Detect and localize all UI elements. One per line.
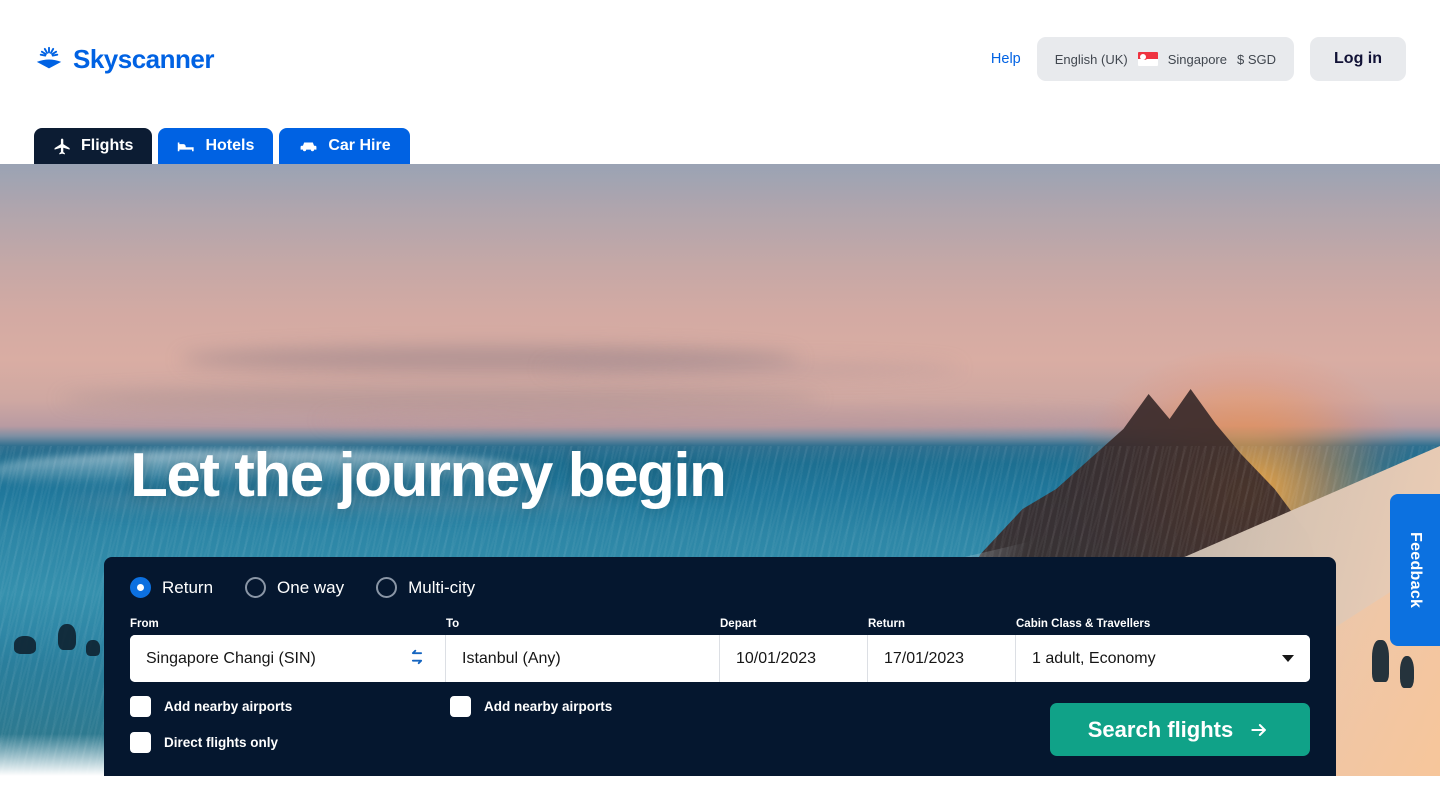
bed-icon — [178, 142, 195, 151]
search-flights-label: Search flights — [1087, 716, 1234, 742]
country-value: Singapore — [1167, 51, 1227, 67]
swimmer-silhouette — [86, 640, 100, 656]
trip-type-group: Return One way Multi-city — [130, 577, 1310, 598]
hero-headline: Let the journey begin — [130, 441, 727, 510]
label-from: From — [130, 618, 159, 630]
arrow-right-icon — [1251, 723, 1267, 736]
tab-car-hire-label: Car Hire — [328, 137, 391, 154]
checkbox-direct-flights-only[interactable]: Direct flights only — [130, 732, 292, 753]
return-date-value: 17/01/2023 — [884, 649, 965, 667]
skyscanner-sunburst-logo-icon — [36, 46, 62, 69]
radio-one-way-icon[interactable] — [245, 577, 267, 598]
swimmer-silhouette — [14, 636, 36, 654]
header-top-bar: Skyscanner Help English (UK) Singapore $… — [0, 0, 1440, 118]
checkbox-nearby-airports-to[interactable]: Add nearby airports — [450, 696, 612, 717]
trip-type-return-label: Return — [162, 577, 214, 597]
car-icon — [300, 142, 317, 151]
trip-type-one-way[interactable]: One way — [245, 577, 344, 598]
trip-type-multi-city-label: Multi-city — [408, 577, 476, 597]
label-return: Return — [868, 618, 906, 630]
trip-type-multi-city[interactable]: Multi-city — [376, 577, 475, 598]
trip-type-one-way-label: One way — [277, 577, 345, 597]
beachgoer-silhouette — [1400, 656, 1414, 688]
singapore-flag-icon — [1137, 52, 1158, 66]
field-label-row: From To Depart Return Cabin Class & Trav… — [130, 618, 1310, 630]
hero-section: Let the journey begin Return One way Mul… — [0, 164, 1440, 776]
feedback-tab-label: Feedback — [1407, 531, 1424, 609]
swimmer-silhouette — [58, 624, 76, 650]
tab-flights[interactable]: Flights — [34, 128, 153, 164]
trip-type-return[interactable]: Return — [130, 577, 213, 598]
cloud-streak — [60, 388, 820, 410]
flight-search-panel: Return One way Multi-city From To Depart… — [104, 557, 1336, 776]
radio-return-icon[interactable] — [130, 577, 151, 598]
checkbox-direct-only-label: Direct flights only — [164, 735, 279, 750]
cabin-travellers-value: 1 adult, Economy — [1032, 649, 1156, 667]
destination-options: Add nearby airports — [450, 696, 612, 732]
primary-nav-tabs: Flights Hotels Car Hire — [0, 128, 410, 164]
search-options-row: Add nearby airports Direct flights only … — [130, 696, 1310, 770]
cloud-streak — [540, 360, 960, 376]
cloud-streak — [320, 410, 1120, 430]
language-value: English (UK) — [1054, 51, 1128, 67]
site-header: Skyscanner Help English (UK) Singapore $… — [0, 0, 1440, 164]
origin-value: Singapore Changi (SIN) — [146, 649, 316, 667]
brand-name: Skyscanner — [73, 43, 214, 74]
destination-field[interactable]: Istanbul (Any) — [446, 635, 720, 682]
search-flights-button[interactable]: Search flights — [1050, 703, 1310, 756]
checkbox-nearby-airports-from[interactable]: Add nearby airports — [130, 696, 292, 717]
tab-car-hire[interactable]: Car Hire — [279, 128, 410, 164]
cabin-travellers-field[interactable]: 1 adult, Economy — [1016, 635, 1310, 682]
origin-field[interactable]: Singapore Changi (SIN) — [130, 635, 446, 682]
origin-options: Add nearby airports Direct flights only — [130, 696, 292, 768]
header-actions: Help English (UK) Singapore $ SGD Log in — [991, 37, 1406, 81]
checkbox-nearby-from-label: Add nearby airports — [164, 699, 293, 714]
label-to: To — [446, 618, 460, 630]
label-depart: Depart — [720, 618, 757, 630]
plane-icon — [54, 138, 70, 154]
swap-origin-destination-button[interactable] — [405, 649, 429, 669]
checkbox-nearby-to-label: Add nearby airports — [484, 699, 613, 714]
label-cabin: Cabin Class & Travellers — [1016, 618, 1151, 630]
login-button[interactable]: Log in — [1310, 37, 1406, 81]
depart-date-field[interactable]: 10/01/2023 — [720, 635, 868, 682]
brand-logo[interactable]: Skyscanner — [34, 44, 214, 75]
feedback-tab[interactable]: Feedback — [1390, 494, 1440, 646]
radio-multi-city-icon[interactable] — [376, 577, 398, 598]
depart-date-value: 10/01/2023 — [736, 649, 817, 667]
tab-hotels-label: Hotels — [205, 137, 255, 154]
tab-hotels[interactable]: Hotels — [158, 128, 274, 164]
chevron-down-icon — [1282, 655, 1294, 662]
help-link[interactable]: Help — [991, 51, 1021, 67]
destination-value: Istanbul (Any) — [462, 649, 561, 667]
locale-currency-selector[interactable]: English (UK) Singapore $ SGD — [1036, 37, 1295, 81]
beachgoer-silhouette — [1372, 640, 1389, 682]
checkbox-icon[interactable] — [130, 732, 151, 753]
search-fields-row: Singapore Changi (SIN) Istanbul (Any) 10… — [130, 635, 1310, 682]
currency-value: $ SGD — [1237, 51, 1277, 67]
tab-flights-label: Flights — [81, 137, 134, 154]
swap-arrows-icon — [411, 649, 423, 664]
checkbox-icon[interactable] — [450, 696, 471, 717]
return-date-field[interactable]: 17/01/2023 — [868, 635, 1016, 682]
checkbox-icon[interactable] — [130, 696, 151, 717]
